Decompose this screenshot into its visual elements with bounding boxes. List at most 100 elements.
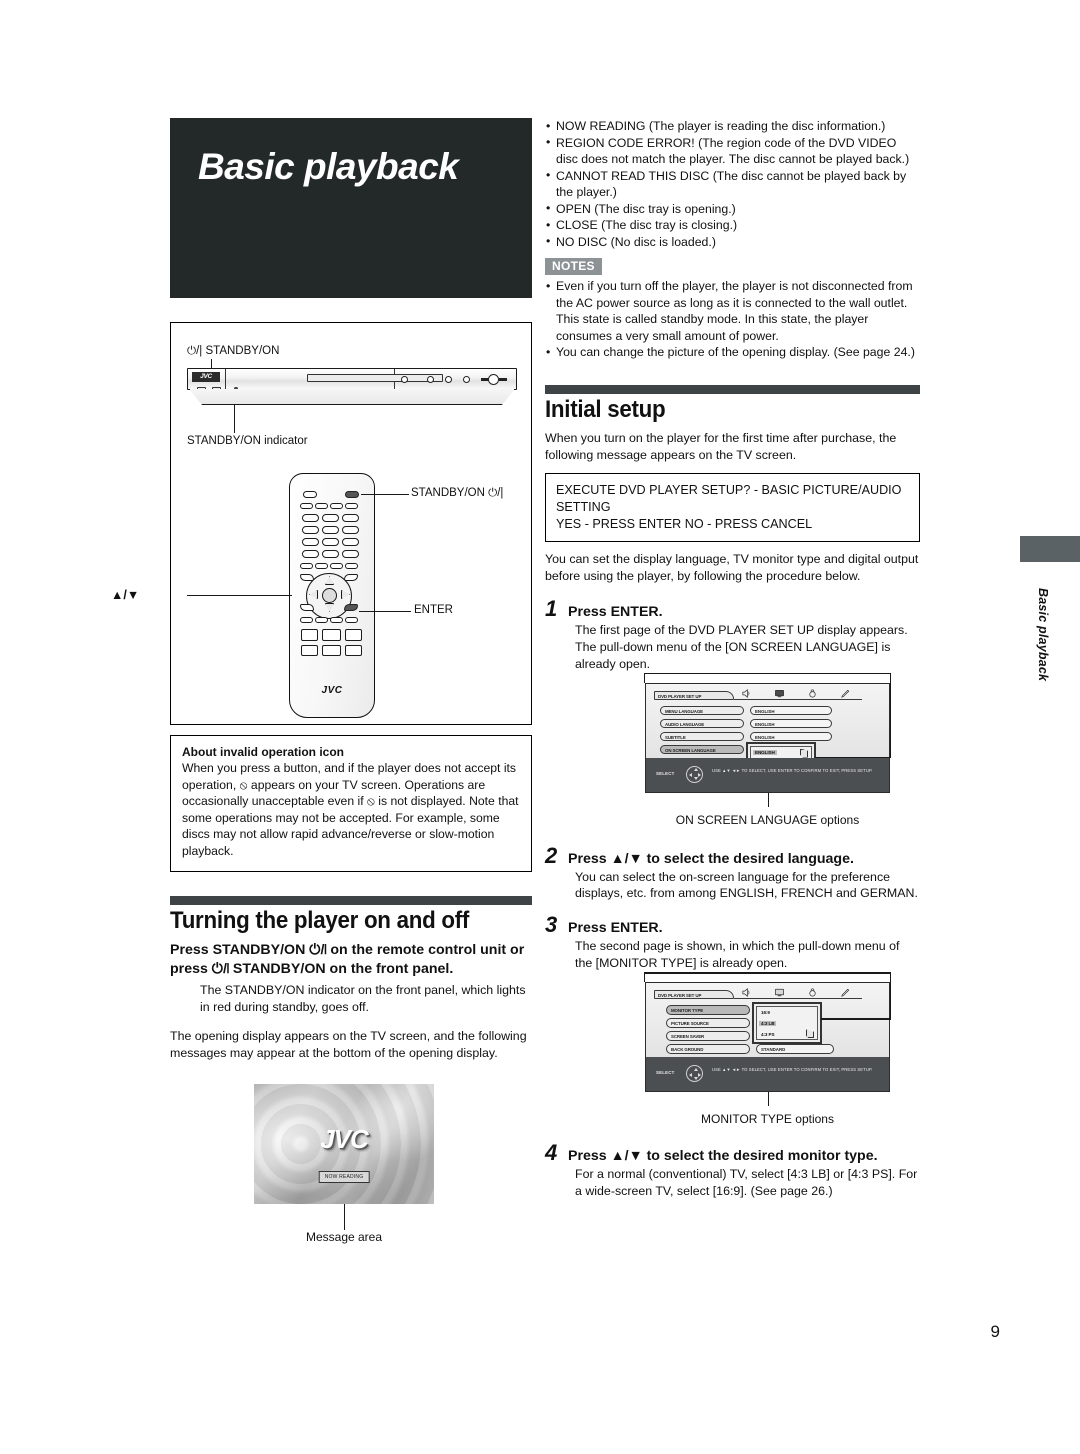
onscreen-message-line-2: YES - PRESS ENTER NO - PRESS CANCEL: [556, 516, 813, 531]
initial-setup-after-box: You can set the display language, TV mon…: [545, 552, 919, 584]
remote-button[interactable]: [330, 617, 343, 623]
osd-2-dropdown[interactable]: 16:9 4:3 LB 4:3 PS: [752, 1002, 822, 1045]
front-panel-base: [189, 389, 515, 405]
remote-button[interactable]: [322, 538, 339, 546]
osd-2-dropdown-inner: 16:9 4:3 LB 4:3 PS: [756, 1006, 818, 1041]
remote-button[interactable]: [322, 526, 339, 534]
remote-button[interactable]: [303, 491, 317, 498]
osd-1-row-label-selected[interactable]: ON SCREEN LANGUAGE: [660, 744, 744, 754]
list-item: You can change the picture of the openin…: [545, 344, 920, 361]
remote-button[interactable]: [345, 645, 362, 656]
list-item: CLOSE (The disc tray is closing.): [545, 217, 920, 234]
osd-1-title: DVD PLAYER SET UP: [654, 690, 734, 700]
osd-1-caption: ON SCREEN LANGUAGE options: [675, 812, 860, 827]
dpad-center-button[interactable]: [322, 588, 337, 603]
remote-standby-button[interactable]: [345, 491, 359, 498]
remote-button[interactable]: [342, 550, 359, 558]
remote-button[interactable]: [302, 526, 319, 534]
callout-line: [815, 756, 891, 758]
step-4-head: 4 Press ▲/▼ to select the desired monito…: [545, 1140, 920, 1166]
osd-1-row-label[interactable]: AUDIO LANGUAGE: [660, 718, 744, 728]
osd-2-option[interactable]: 4:3 LB: [759, 1021, 777, 1027]
osd-1-option[interactable]: ENGLISH: [753, 749, 777, 755]
remote-button[interactable]: [300, 503, 313, 509]
osd-2-row-label[interactable]: SCREEN SAVER: [666, 1031, 750, 1041]
osd-dpad-icon: [686, 765, 703, 783]
notes-list: Even if you turn off the player, the pla…: [545, 278, 920, 361]
step-4: 4 Press ▲/▼ to select the desired monito…: [545, 1142, 920, 1200]
opening-display-figure: JVC NOW READING Message area: [254, 1084, 434, 1244]
remote-button[interactable]: [300, 563, 313, 569]
osd-1-row-value[interactable]: ENGLISH: [750, 731, 832, 741]
remote-button[interactable]: [302, 538, 319, 546]
remote-button[interactable]: [345, 563, 358, 569]
invalid-operation-note-body: When you press a button, and if the play…: [182, 761, 519, 858]
remote-button[interactable]: [302, 550, 319, 558]
osd-2-option[interactable]: 4:3 PS: [761, 1032, 775, 1037]
remote-button[interactable]: [322, 629, 341, 641]
remote-button[interactable]: [322, 514, 339, 522]
remote-button[interactable]: [345, 629, 362, 641]
remote-button[interactable]: [330, 503, 343, 509]
section-heading-initial-setup: Initial setup: [545, 395, 666, 423]
remote-button[interactable]: [345, 617, 358, 623]
manual-page: Basic playback ⏻/| STANDBY/ON JVC STANDB…: [0, 0, 1080, 1454]
osd-1-row-label[interactable]: SUBTITLE: [660, 731, 744, 741]
remote-button[interactable]: [345, 503, 358, 509]
remote-button[interactable]: [315, 617, 328, 623]
remote-button[interactable]: [300, 617, 313, 623]
osd-2-option[interactable]: 16:9: [761, 1010, 770, 1015]
right-column: NOW READING (The player is reading the d…: [545, 118, 920, 1200]
osd-screen-2: DVD PLAYER SET UP MONITOR TYPE PICTURE S…: [645, 982, 890, 1093]
remote-button[interactable]: [330, 563, 343, 569]
osd-1-row-value[interactable]: ENGLISH: [750, 718, 832, 728]
remote-arrows-label: ▲/▼: [111, 588, 140, 602]
remote-button[interactable]: [301, 645, 318, 656]
osd-2-title: DVD PLAYER SET UP: [654, 990, 734, 1000]
step-3-head: 3 Press ENTER.: [545, 914, 920, 937]
pencil-icon: [841, 689, 850, 698]
remote-button[interactable]: [301, 629, 318, 641]
remote-button[interactable]: [315, 503, 328, 509]
remote-button[interactable]: [302, 514, 319, 522]
enter-button[interactable]: [344, 604, 358, 611]
osd-2-row-label[interactable]: PICTURE SOURCE: [666, 1018, 750, 1028]
remote-button[interactable]: [342, 538, 359, 546]
remote-button[interactable]: [342, 526, 359, 534]
step-4-title: Press ▲/▼ to select the desired monitor …: [568, 1148, 878, 1165]
side-tab-block: [1020, 536, 1080, 562]
osd-2-row-label[interactable]: BACK GROUND: [666, 1044, 750, 1054]
osd-2-rule: [734, 998, 862, 1000]
osd-1-rule: [734, 698, 862, 700]
front-panel-brand: JVC: [192, 372, 220, 382]
disc-tray-slot: [307, 374, 443, 382]
front-panel-button: [445, 376, 452, 383]
remote-button[interactable]: [342, 514, 359, 522]
osd-2-row-value[interactable]: STANDARD: [756, 1044, 834, 1054]
remote-button[interactable]: [300, 604, 314, 611]
osd-2-hint: USE ▲▼ ◄► TO SELECT, USE ENTER TO CONFIR…: [712, 1067, 873, 1073]
remote-enter-label: ENTER: [414, 604, 453, 616]
left-column: Basic playback ⏻/| STANDBY/ON JVC STANDB…: [111, 118, 532, 1244]
onscreen-message-line-1: EXECUTE DVD PLAYER SETUP? - BASIC PICTUR…: [556, 483, 902, 514]
remote-button[interactable]: [315, 563, 328, 569]
initial-setup-section: Initial setup When you turn on the playe…: [545, 384, 920, 1201]
lock-icon: [809, 988, 816, 997]
osd-1-row-value[interactable]: ENGLISH: [750, 705, 832, 715]
osd-figure-2: DVD PLAYER SET UP MONITOR TYPE PICTURE S…: [644, 972, 892, 1126]
remote-button[interactable]: [322, 550, 339, 558]
monitor-icon: [775, 689, 784, 697]
remote-button[interactable]: [322, 645, 341, 656]
osd-2-row-label-selected[interactable]: MONITOR TYPE: [666, 1005, 750, 1015]
callout-line: [644, 972, 891, 974]
invalid-operation-note-heading: About invalid operation icon: [182, 745, 344, 759]
message-area-caption: Message area: [305, 1230, 383, 1245]
step-3-body: The second page is shown, in which the p…: [575, 939, 900, 971]
monitor-icon: [775, 989, 784, 997]
step-4-number: 4: [545, 1140, 558, 1166]
section-rule: [170, 895, 532, 905]
page-number: 9: [990, 1322, 1000, 1341]
list-item: CANNOT READ THIS DISC (The disc cannot b…: [545, 167, 920, 201]
tv-message-area: NOW READING: [318, 1171, 370, 1184]
osd-1-row-label[interactable]: MENU LANGUAGE: [660, 705, 744, 715]
